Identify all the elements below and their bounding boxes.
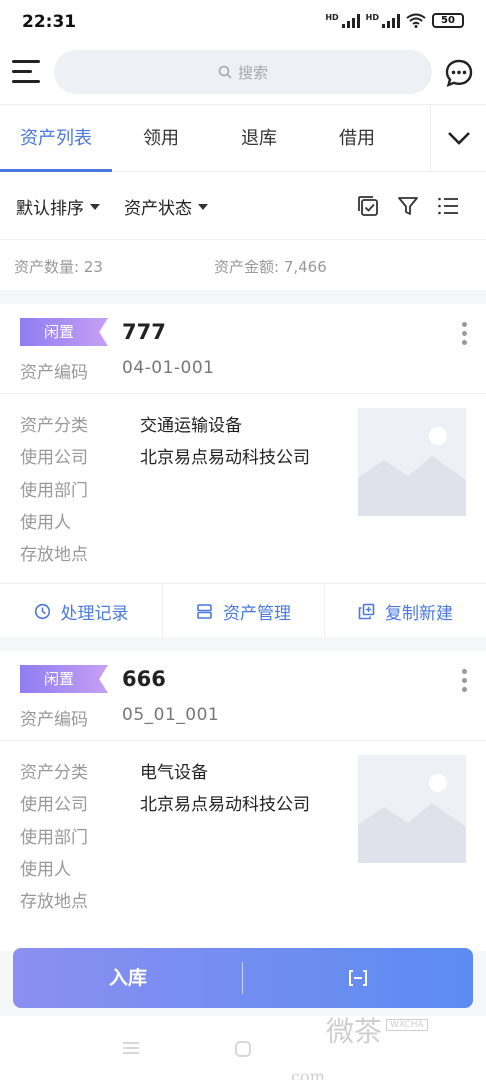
status-badge: 闲置 [20,665,108,693]
category-value: 交通运输设备 [140,416,242,436]
watermark: 微茶 WXCHA .com [286,1010,428,1080]
asset-image-placeholder[interactable] [358,408,466,516]
card-actions: 处理记录 资产管理 复制新建 [0,583,486,638]
asset-code-value: 05_01_001 [122,705,220,725]
image-placeholder-icon [358,427,466,516]
department-label: 使用部门 [20,481,88,501]
tabs-expand-button[interactable] [430,105,486,173]
asset-code-label: 资产编码 [20,710,88,730]
multi-select-icon[interactable] [356,194,380,218]
tab-return[interactable]: 退库 [210,105,308,173]
asset-code-value: 04-01-001 [122,358,215,378]
battery-icon: 50 [432,13,464,28]
asset-count: 资产数量: 23 [14,258,103,276]
status-icons: HD HD 50 [325,13,464,28]
status-filter-label: 资产状态 [124,199,192,219]
scan-icon [349,970,367,986]
signal-icon-2 [382,13,400,28]
manage-label: 资产管理 [223,603,291,624]
divider [0,393,486,394]
asset-name: 777 [122,320,166,344]
records-button[interactable]: 处理记录 [0,584,162,638]
server-icon [197,603,212,619]
hd-label: HD [325,13,339,22]
copy-icon [358,603,375,619]
more-icon[interactable] [462,322,468,348]
user-label: 使用人 [20,860,71,880]
tab-bar: 资产列表 领用 退库 借用 [0,104,486,173]
category-value: 电气设备 [140,763,208,783]
location-label: 存放地点 [20,892,88,912]
bottom-action-bar: 入库 [13,948,473,1008]
caret-down-icon [90,203,100,210]
top-bar: 搜索 [0,44,486,104]
divider [0,740,486,741]
user-label: 使用人 [20,513,71,533]
hd-label-2: HD [365,13,379,22]
company-value: 北京易点易动科技公司 [140,795,310,815]
status-bar: 22:31 HD HD 50 [0,0,486,44]
sort-dropdown[interactable]: 默认排序 [16,194,100,219]
message-icon[interactable] [444,58,474,88]
asset-card[interactable]: 闲置 666 资产编码 05_01_001 资产分类 电气设备 使用公司 北京易… [0,651,486,951]
asset-image-placeholder[interactable] [358,755,466,863]
manage-button[interactable]: 资产管理 [162,584,324,638]
list-view-icon[interactable] [436,194,460,218]
search-icon [218,65,232,79]
home-icon[interactable] [234,1040,252,1058]
copy-new-label: 复制新建 [385,603,453,624]
wifi-icon [406,13,426,28]
company-value: 北京易点易动科技公司 [140,448,310,468]
search-placeholder: 搜索 [237,63,268,82]
caret-down-icon [198,203,208,210]
recents-icon[interactable] [122,1040,140,1056]
signal-icon [341,13,360,28]
asset-code-label: 资产编码 [20,363,88,383]
filter-icon[interactable] [396,194,420,218]
status-badge: 闲置 [20,318,108,346]
company-label: 使用公司 [20,448,88,468]
scan-button[interactable] [243,948,473,1008]
search-input[interactable]: 搜索 [54,50,432,94]
department-label: 使用部门 [20,828,88,848]
asset-card[interactable]: 闲置 777 资产编码 04-01-001 资产分类 交通运输设备 使用公司 北… [0,304,486,638]
category-label: 资产分类 [20,763,88,783]
image-placeholder-icon [358,774,466,863]
copy-new-button[interactable]: 复制新建 [324,584,486,638]
tab-borrow[interactable]: 借用 [308,105,406,173]
status-time: 22:31 [22,12,77,32]
asset-amount: 资产金额: 7,466 [214,258,327,276]
tab-receive[interactable]: 领用 [112,105,210,173]
menu-button[interactable] [12,58,42,86]
tab-asset-list[interactable]: 资产列表 [0,105,112,173]
summary-bar: 资产数量: 23 资产金额: 7,466 [0,240,486,290]
status-dropdown[interactable]: 资产状态 [124,194,208,219]
records-label: 处理记录 [60,603,129,624]
filter-bar: 默认排序 资产状态 [0,172,486,240]
asset-name: 666 [122,667,166,691]
history-icon [34,603,50,619]
category-label: 资产分类 [20,416,88,436]
location-label: 存放地点 [20,545,88,565]
company-label: 使用公司 [20,795,88,815]
stock-in-button[interactable]: 入库 [13,948,243,1008]
sort-label: 默认排序 [16,199,84,219]
more-icon[interactable] [462,669,468,695]
chevron-down-icon [448,132,470,145]
